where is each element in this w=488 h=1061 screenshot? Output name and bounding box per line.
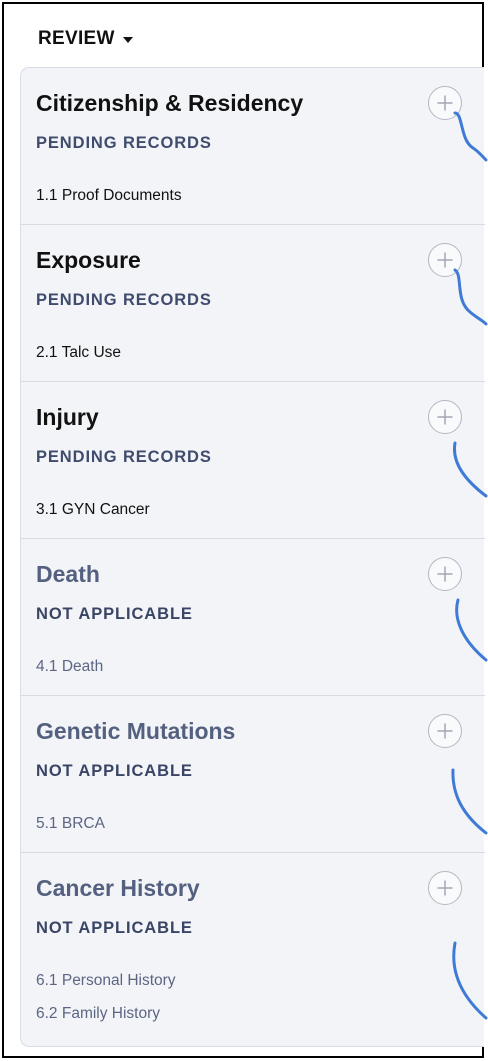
section-title: Genetic Mutations — [36, 718, 236, 744]
plus-icon — [437, 95, 453, 111]
review-sections-panel: Citizenship & Residency PENDING RECORDS … — [20, 67, 485, 1047]
review-dropdown[interactable]: REVIEW — [38, 28, 133, 50]
add-record-button[interactable] — [428, 871, 462, 905]
section-status: PENDING RECORDS — [36, 134, 212, 152]
plus-icon — [437, 880, 453, 896]
add-record-button[interactable] — [428, 400, 462, 434]
add-record-button[interactable] — [428, 243, 462, 277]
section-status: NOT APPLICABLE — [36, 919, 193, 937]
section-item-2-1[interactable]: 2.1 Talc Use — [36, 344, 121, 362]
review-section-injury: Injury PENDING RECORDS 3.1 GYN Cancer — [21, 382, 485, 539]
add-record-button[interactable] — [428, 714, 462, 748]
section-title: Exposure — [36, 247, 141, 273]
plus-icon — [437, 409, 453, 425]
section-status: NOT APPLICABLE — [36, 762, 193, 780]
caret-down-icon — [122, 37, 133, 43]
review-section-exposure: Exposure PENDING RECORDS 2.1 Talc Use — [21, 225, 485, 382]
section-item-3-1[interactable]: 3.1 GYN Cancer — [36, 501, 150, 519]
plus-icon — [437, 566, 453, 582]
section-status: NOT APPLICABLE — [36, 605, 193, 623]
section-title: Cancer History — [36, 875, 200, 901]
section-item-6-2[interactable]: 6.2 Family History — [36, 1005, 160, 1023]
plus-icon — [437, 252, 453, 268]
section-status: PENDING RECORDS — [36, 291, 212, 309]
review-section-death: Death NOT APPLICABLE 4.1 Death — [21, 539, 485, 696]
review-section-citizenship-residency: Citizenship & Residency PENDING RECORDS … — [21, 68, 485, 225]
add-record-button[interactable] — [428, 557, 462, 591]
plus-icon — [437, 723, 453, 739]
review-dropdown-label: REVIEW — [38, 28, 115, 49]
section-title: Death — [36, 561, 100, 587]
section-item-5-1[interactable]: 5.1 BRCA — [36, 815, 105, 833]
section-item-4-1[interactable]: 4.1 Death — [36, 658, 103, 676]
section-title: Citizenship & Residency — [36, 90, 304, 116]
review-section-cancer-history: Cancer History NOT APPLICABLE 6.1 Person… — [21, 853, 485, 1038]
review-section-genetic-mutations: Genetic Mutations NOT APPLICABLE 5.1 BRC… — [21, 696, 485, 853]
section-title: Injury — [36, 404, 99, 430]
section-item-1-1[interactable]: 1.1 Proof Documents — [36, 187, 182, 205]
section-status: PENDING RECORDS — [36, 448, 212, 466]
add-record-button[interactable] — [428, 86, 462, 120]
section-item-6-1[interactable]: 6.1 Personal History — [36, 972, 176, 990]
